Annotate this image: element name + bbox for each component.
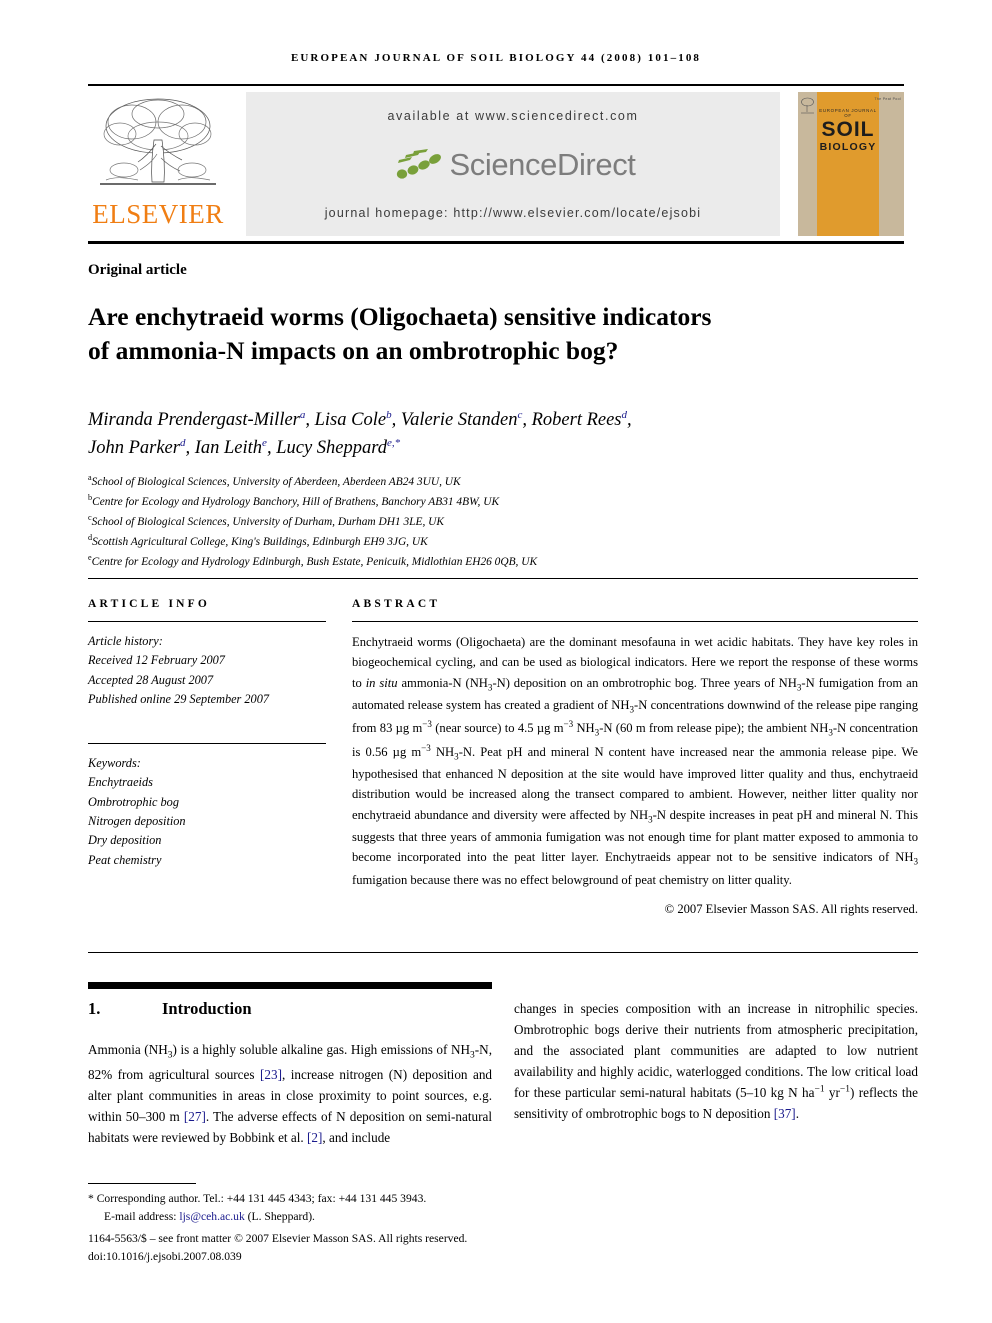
author-line-1: Miranda Prendergast-Millera, Lisa Coleb,…: [88, 408, 632, 430]
cover-elsevier-icon: [801, 97, 814, 114]
journal-cover-block: The Peat Pool EUROPEAN JOURNAL OF SOIL B…: [798, 92, 904, 240]
article-page: EUROPEAN JOURNAL OF SOIL BIOLOGY 44 (200…: [0, 0, 992, 1323]
keywords-block: Keywords: Enchytraeids Ombrotrophic bog Ni…: [88, 754, 326, 871]
email-line: E-mail address: ljs@ceh.ac.uk (L. Sheppa…: [88, 1208, 518, 1226]
keywords-rule: [88, 742, 326, 744]
article-type-label: Original article: [88, 262, 187, 278]
doi-line: doi:10.1016/j.ejsobi.2007.08.039: [88, 1249, 242, 1263]
page-title: Are enchytraeid worms (Oligochaeta) sens…: [88, 300, 918, 368]
sciencedirect-logo: ScienceDirect: [390, 146, 636, 183]
history-received: Received 12 February 2007: [88, 653, 225, 668]
body-column-right: changes in species composition with an i…: [514, 998, 918, 1124]
article-history-block: Article history: Received 12 February 20…: [88, 632, 326, 710]
journal-cover-image: The Peat Pool EUROPEAN JOURNAL OF SOIL B…: [798, 92, 904, 236]
keyword-list: Enchytraeids Ombrotrophic bog Nitrogen dep…: [88, 773, 326, 870]
running-head: EUROPEAN JOURNAL OF SOIL BIOLOGY 44 (200…: [290, 52, 702, 64]
article-info-column: ARTICLE INFO Article history: Received 1…: [88, 598, 326, 870]
history-published: Published online 29 September 2007: [88, 692, 270, 707]
history-accepted: Accepted 28 August 2007: [88, 672, 214, 687]
article-info-heading: ARTICLE INFO: [88, 598, 211, 610]
section-bar: [88, 982, 492, 989]
sciencedirect-wordmark: ScienceDirect: [449, 146, 636, 182]
abstract-text: Enchytraeid worms (Oligochaeta) are the …: [352, 635, 919, 887]
journal-masthead: ELSEVIER available at www.sciencedirect.…: [88, 84, 904, 244]
keyword-item: Ombrotrophic bog: [88, 794, 179, 809]
page-footer: * Corresponding author. Tel.: +44 131 44…: [88, 1190, 518, 1265]
info-top-rule: [88, 578, 918, 579]
affiliation-item: eCentre for Ecology and Hydrology Edinbu…: [88, 553, 538, 569]
keyword-item: Enchytraeids: [88, 775, 153, 790]
sciencedirect-banner: available at www.sciencedirect.com Scien…: [246, 92, 780, 236]
abstract-column: ABSTRACT Enchytraeid worms (Oligochaeta)…: [352, 598, 918, 917]
intro-paragraph-right: changes in species composition with an i…: [514, 1001, 918, 1122]
article-info-rule: [88, 621, 326, 622]
abstract-rule: [352, 621, 918, 622]
keyword-item: Dry deposition: [88, 833, 162, 848]
section-number: 1.: [88, 999, 101, 1018]
affiliation-list: aSchool of Biological Sciences, Universi…: [88, 471, 918, 571]
email-label: E-mail address:: [104, 1209, 177, 1223]
history-label: Article history:: [88, 634, 163, 648]
abstract-copyright: © 2007 Elsevier Masson SAS. All rights r…: [664, 902, 918, 917]
title-line-1: Are enchytraeid worms (Oligochaeta) sens…: [88, 302, 712, 331]
cover-journal-line: EUROPEAN JOURNAL OF: [819, 108, 877, 118]
cover-title-biology: BIOLOGY: [819, 141, 877, 153]
available-at-text: available at www.sciencedirect.com: [387, 109, 639, 123]
affiliation-item: aSchool of Biological Sciences, Universi…: [88, 473, 461, 488]
email-owner: (L. Sheppard).: [247, 1209, 315, 1223]
body-column-left: 1. Introduction Ammonia (NH3) is a highl…: [88, 982, 492, 1148]
footnote-rule: [88, 1183, 196, 1184]
elsevier-logo-block: ELSEVIER: [88, 88, 228, 240]
keyword-item: Nitrogen deposition: [88, 813, 186, 828]
title-line-2: of ammonia-N impacts on an ombrotrophic …: [88, 336, 619, 366]
affiliation-item: bCentre for Ecology and Hydrology Bancho…: [88, 493, 500, 508]
email-link[interactable]: ljs@ceh.ac.uk: [179, 1210, 244, 1223]
author-line-2: John Parkerd, Ian Leithe, Lucy Shepparde…: [88, 436, 401, 459]
corresponding-author-note: * Corresponding author. Tel.: +44 131 44…: [88, 1192, 427, 1205]
keywords-label: Keywords:: [88, 755, 141, 770]
journal-homepage-text: journal homepage: http://www.elsevier.co…: [324, 206, 702, 220]
section-title: Introduction: [162, 999, 252, 1018]
info-bottom-rule: [88, 952, 918, 953]
section-heading: 1. Introduction: [88, 999, 492, 1019]
affiliation-item: cSchool of Biological Sciences, Universi…: [88, 513, 444, 528]
intro-paragraph-left: Ammonia (NH3) is a highly soluble alkali…: [88, 1042, 493, 1145]
keyword-item: Peat chemistry: [88, 852, 162, 867]
abstract-heading: ABSTRACT: [352, 598, 441, 610]
sciencedirect-leaf-icon: [397, 148, 442, 179]
cover-title-soil: SOIL: [821, 118, 875, 141]
elsevier-wordmark: ELSEVIER: [92, 199, 224, 229]
author-list: Miranda Prendergast-Millera, Lisa Coleb,…: [88, 406, 918, 462]
cover-corner-note: The Peat Pool: [874, 97, 901, 101]
elsevier-tree-icon: [100, 98, 216, 185]
affiliation-item: dScottish Agricultural College, King's B…: [88, 533, 428, 549]
front-matter-line: 1164-5563/$ – see front matter © 2007 El…: [88, 1231, 468, 1245]
